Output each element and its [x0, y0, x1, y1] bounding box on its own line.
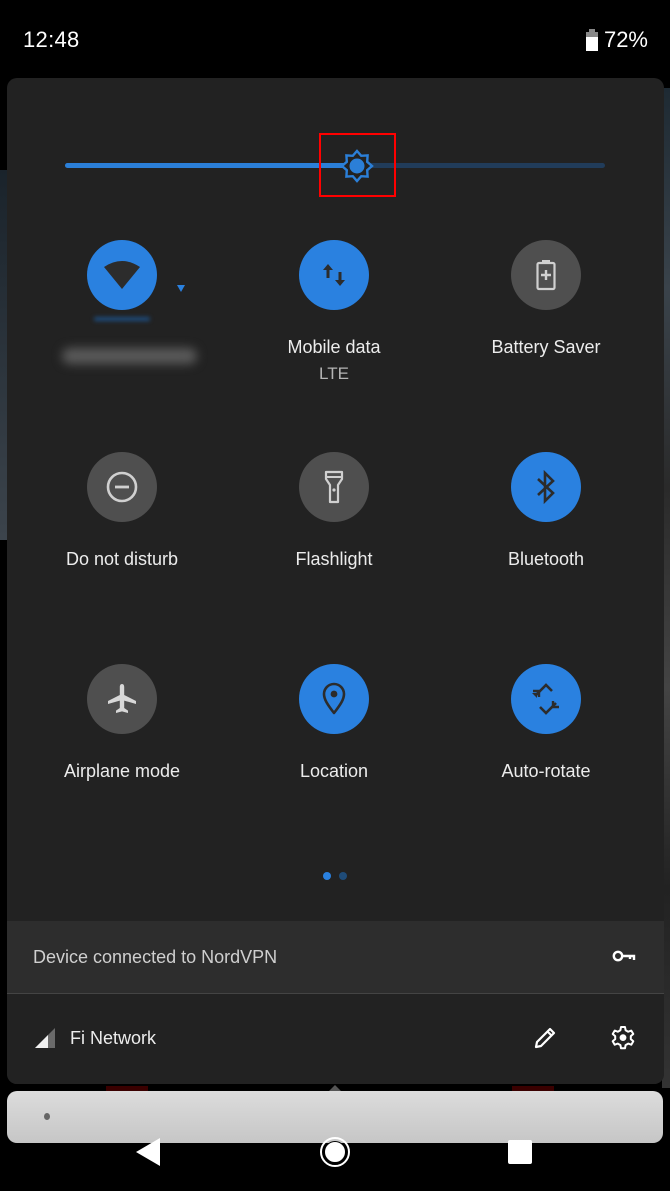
cell-signal-icon [35, 1028, 55, 1048]
tile-label: Location [299, 761, 369, 781]
tile-label: Auto-rotate [501, 761, 591, 781]
tile-bluetooth[interactable]: Bluetooth [440, 452, 652, 622]
bluetooth-icon [537, 470, 555, 504]
wifi-underglow [94, 317, 150, 321]
do-not-disturb-icon [106, 471, 138, 503]
mobile-data-toggle[interactable] [299, 240, 369, 310]
status-bar: 12:48 72% [0, 0, 670, 78]
tile-wifi[interactable] [16, 240, 228, 410]
notification-dot [44, 1113, 50, 1120]
tile-label: Flashlight [295, 549, 373, 569]
do-not-disturb-toggle[interactable] [87, 452, 157, 522]
battery-saver-icon [536, 260, 556, 291]
nav-recents-button[interactable] [508, 1140, 532, 1164]
airplane-icon [108, 684, 136, 713]
auto-rotate-icon [532, 683, 559, 715]
location-toggle[interactable] [299, 664, 369, 734]
vpn-status-text: Device connected to NordVPN [33, 947, 278, 967]
bluetooth-toggle[interactable] [511, 452, 581, 522]
vpn-status-bar[interactable]: Device connected to NordVPN [7, 921, 664, 994]
tile-airplane-mode[interactable]: Airplane mode [16, 664, 228, 834]
flashlight-icon [324, 470, 344, 504]
wifi-icon [104, 261, 140, 289]
tile-sublabel: LTE [319, 364, 349, 383]
pencil-icon [534, 1027, 556, 1049]
battery-icon [585, 29, 598, 51]
tile-mobile-data[interactable]: Mobile data LTE [228, 240, 440, 410]
page-indicator [323, 872, 347, 880]
flashlight-toggle[interactable] [299, 452, 369, 522]
location-icon [322, 682, 346, 715]
gear-icon [611, 1026, 635, 1050]
brightness-icon [339, 149, 374, 183]
wifi-network-name-redacted [62, 348, 197, 364]
nav-home-button[interactable] [320, 1137, 350, 1167]
home-icon [324, 1141, 346, 1163]
tile-location[interactable]: Location [228, 664, 440, 834]
brightness-track-fill [65, 163, 357, 168]
clock: 12:48 [23, 27, 80, 52]
tile-flashlight[interactable]: Flashlight [228, 452, 440, 622]
tile-label: Airplane mode [63, 761, 181, 781]
vpn-key-icon [612, 950, 636, 962]
wifi-dropdown-arrow[interactable] [177, 285, 185, 292]
mobile-data-icon [323, 264, 345, 286]
notification-peek[interactable] [7, 1091, 663, 1143]
brightness-slider[interactable] [65, 149, 605, 183]
tile-battery-saver[interactable]: Battery Saver [440, 240, 652, 410]
edit-button[interactable] [531, 1024, 559, 1052]
quick-settings-panel: Mobile data LTE Battery Saver Do not dis… [7, 78, 664, 1084]
tile-label: Mobile data [287, 337, 381, 357]
brightness-thumb[interactable] [339, 149, 374, 183]
settings-button[interactable] [609, 1024, 637, 1052]
battery-percent: 72% [603, 27, 648, 52]
network-footer: Fi Network [7, 995, 664, 1084]
battery-indicator: 72% [585, 27, 648, 53]
auto-rotate-toggle[interactable] [511, 664, 581, 734]
tile-label: Battery Saver [491, 337, 601, 357]
network-name: Fi Network [70, 1028, 157, 1048]
tile-label: Bluetooth [507, 549, 585, 569]
page-dot-2[interactable] [339, 872, 347, 880]
tile-auto-rotate[interactable]: Auto-rotate [440, 664, 652, 834]
wifi-toggle[interactable] [87, 240, 157, 310]
tile-do-not-disturb[interactable]: Do not disturb [16, 452, 228, 622]
page-dot-1[interactable] [323, 872, 331, 880]
tile-label: Do not disturb [65, 549, 179, 569]
nav-back-button[interactable] [136, 1138, 160, 1166]
battery-saver-toggle[interactable] [511, 240, 581, 310]
airplane-mode-toggle[interactable] [87, 664, 157, 734]
